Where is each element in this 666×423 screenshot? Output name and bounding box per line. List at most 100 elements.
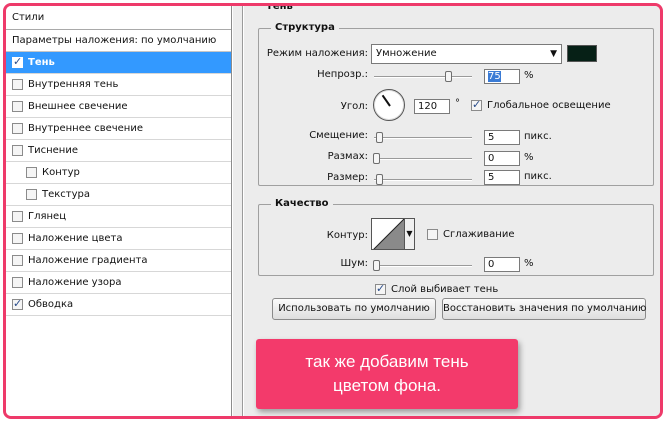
style-checkbox[interactable] bbox=[12, 233, 23, 244]
style-item[interactable]: Наложение цвета bbox=[6, 228, 231, 250]
style-checkbox[interactable] bbox=[12, 277, 23, 288]
reset-default-button[interactable]: Восстановить значения по умолчанию bbox=[442, 298, 646, 320]
style-item[interactable]: Внешнее свечение bbox=[6, 96, 231, 118]
size-input[interactable]: 5 bbox=[484, 170, 520, 185]
size-label: Размер: bbox=[327, 172, 368, 183]
layer-knocks-out-check[interactable] bbox=[375, 282, 386, 295]
quality-group: Качество Контур: ▼ Сглаживание Шум: 0 % bbox=[258, 198, 654, 276]
global-light-checkbox[interactable]: Глобальное освещение bbox=[471, 98, 611, 111]
layer-knocks-out-label: Слой выбивает тень bbox=[391, 284, 499, 295]
size-slider-thumb[interactable] bbox=[376, 174, 383, 185]
style-checkbox[interactable] bbox=[12, 79, 23, 90]
layer-style-dialog: Стили Параметры наложения: по умолчанию … bbox=[3, 3, 663, 419]
distance-slider-thumb[interactable] bbox=[376, 132, 383, 143]
style-item[interactable]: Наложение узора bbox=[6, 272, 231, 294]
global-light-label: Глобальное освещение bbox=[487, 100, 611, 111]
size-slider[interactable] bbox=[374, 174, 472, 185]
shadow-color-swatch[interactable] bbox=[567, 45, 597, 62]
style-item-label: Тень bbox=[28, 57, 55, 68]
angle-label: Угол: bbox=[340, 101, 368, 112]
style-checkbox[interactable] bbox=[12, 145, 23, 156]
styles-header[interactable]: Стили bbox=[6, 6, 231, 30]
quality-legend: Качество bbox=[271, 198, 333, 209]
spread-unit: % bbox=[524, 152, 534, 163]
style-checkbox[interactable] bbox=[26, 167, 37, 178]
spread-slider-thumb[interactable] bbox=[373, 153, 380, 164]
style-item[interactable]: Тиснение bbox=[6, 140, 231, 162]
styles-list-panel: Стили Параметры наложения: по умолчанию … bbox=[6, 6, 232, 416]
spread-label: Размах: bbox=[327, 151, 368, 162]
blending-options-default[interactable]: Параметры наложения: по умолчанию bbox=[6, 30, 231, 52]
style-item[interactable]: Тень bbox=[6, 52, 231, 74]
style-item-label: Внешнее свечение bbox=[28, 101, 128, 112]
angle-dial[interactable] bbox=[373, 89, 405, 121]
style-item-label: Глянец bbox=[28, 211, 67, 222]
chevron-down-icon: ▼ bbox=[550, 49, 557, 59]
chevron-down-icon: ▼ bbox=[406, 229, 413, 238]
style-item-label: Наложение цвета bbox=[28, 233, 123, 244]
contour-curve-icon bbox=[373, 219, 404, 249]
opacity-slider-thumb[interactable] bbox=[445, 71, 452, 82]
opacity-slider[interactable] bbox=[374, 71, 472, 82]
distance-label: Смещение: bbox=[309, 130, 368, 141]
noise-slider[interactable] bbox=[373, 260, 472, 271]
opacity-label: Непрозр.: bbox=[317, 69, 368, 80]
contour-dropdown[interactable]: ▼ bbox=[405, 218, 415, 250]
style-item[interactable]: Текстура bbox=[6, 184, 231, 206]
style-item[interactable]: Наложение градиента bbox=[6, 250, 231, 272]
layer-knocks-out-checkbox[interactable]: Слой выбивает тень bbox=[375, 282, 499, 295]
style-item-label: Контур bbox=[42, 167, 80, 178]
style-checkbox[interactable] bbox=[12, 55, 23, 68]
style-item-label: Наложение градиента bbox=[28, 255, 148, 266]
style-item[interactable]: Внутренняя тень bbox=[6, 74, 231, 96]
style-checkbox[interactable] bbox=[12, 123, 23, 134]
noise-label: Шум: bbox=[340, 258, 368, 269]
blend-mode-value: Умножение bbox=[376, 48, 437, 59]
opacity-input[interactable]: 75 bbox=[484, 69, 520, 84]
callout-line-2: цветом фона. bbox=[333, 376, 441, 395]
make-default-button[interactable]: Использовать по умолчанию bbox=[272, 298, 436, 320]
callout-line-1: так же добавим тень bbox=[305, 352, 469, 371]
contour-label: Контур: bbox=[326, 230, 368, 241]
spread-input[interactable]: 0 bbox=[484, 151, 520, 166]
tutorial-callout: так же добавим тень цветом фона. bbox=[256, 339, 518, 409]
opacity-unit: % bbox=[524, 70, 534, 81]
style-item-label: Обводка bbox=[28, 299, 74, 310]
style-checkbox[interactable] bbox=[26, 189, 37, 200]
noise-slider-thumb[interactable] bbox=[373, 260, 380, 271]
style-checkbox[interactable] bbox=[12, 297, 23, 310]
style-item-label: Текстура bbox=[42, 189, 91, 200]
structure-legend: Структура bbox=[271, 22, 339, 33]
global-light-check[interactable] bbox=[471, 98, 482, 111]
structure-group: Структура Режим наложения: Умножение ▼ Н… bbox=[258, 22, 654, 186]
style-item-label: Тиснение bbox=[28, 145, 78, 156]
noise-unit: % bbox=[524, 258, 534, 269]
style-item[interactable]: Контур bbox=[6, 162, 231, 184]
style-checkbox[interactable] bbox=[12, 211, 23, 222]
style-item[interactable]: Глянец bbox=[6, 206, 231, 228]
noise-input[interactable]: 0 bbox=[484, 257, 520, 272]
style-checkbox[interactable] bbox=[12, 101, 23, 112]
blend-mode-select[interactable]: Умножение ▼ bbox=[371, 44, 562, 64]
angle-input[interactable]: 120 bbox=[414, 99, 450, 114]
style-item[interactable]: Внутреннее свечение bbox=[6, 118, 231, 140]
distance-unit: пикс. bbox=[524, 131, 552, 142]
section-title: Тень bbox=[266, 3, 293, 12]
panel-divider bbox=[233, 6, 243, 416]
antialias-label: Сглаживание bbox=[443, 229, 515, 240]
style-item-label: Наложение узора bbox=[28, 277, 122, 288]
distance-slider[interactable] bbox=[374, 132, 472, 143]
antialias-check[interactable] bbox=[427, 229, 438, 240]
blend-mode-label: Режим наложения: bbox=[266, 48, 368, 59]
size-unit: пикс. bbox=[524, 171, 552, 182]
style-item-label: Внутреннее свечение bbox=[28, 123, 143, 134]
angle-needle bbox=[381, 94, 391, 107]
antialias-checkbox[interactable]: Сглаживание bbox=[427, 229, 514, 240]
distance-input[interactable]: 5 bbox=[484, 130, 520, 145]
style-item-label: Внутренняя тень bbox=[28, 79, 119, 90]
spread-slider[interactable] bbox=[373, 153, 472, 164]
contour-preview[interactable] bbox=[371, 218, 405, 250]
style-item[interactable]: Обводка bbox=[6, 294, 231, 316]
angle-unit: ° bbox=[455, 98, 460, 109]
style-checkbox[interactable] bbox=[12, 255, 23, 266]
